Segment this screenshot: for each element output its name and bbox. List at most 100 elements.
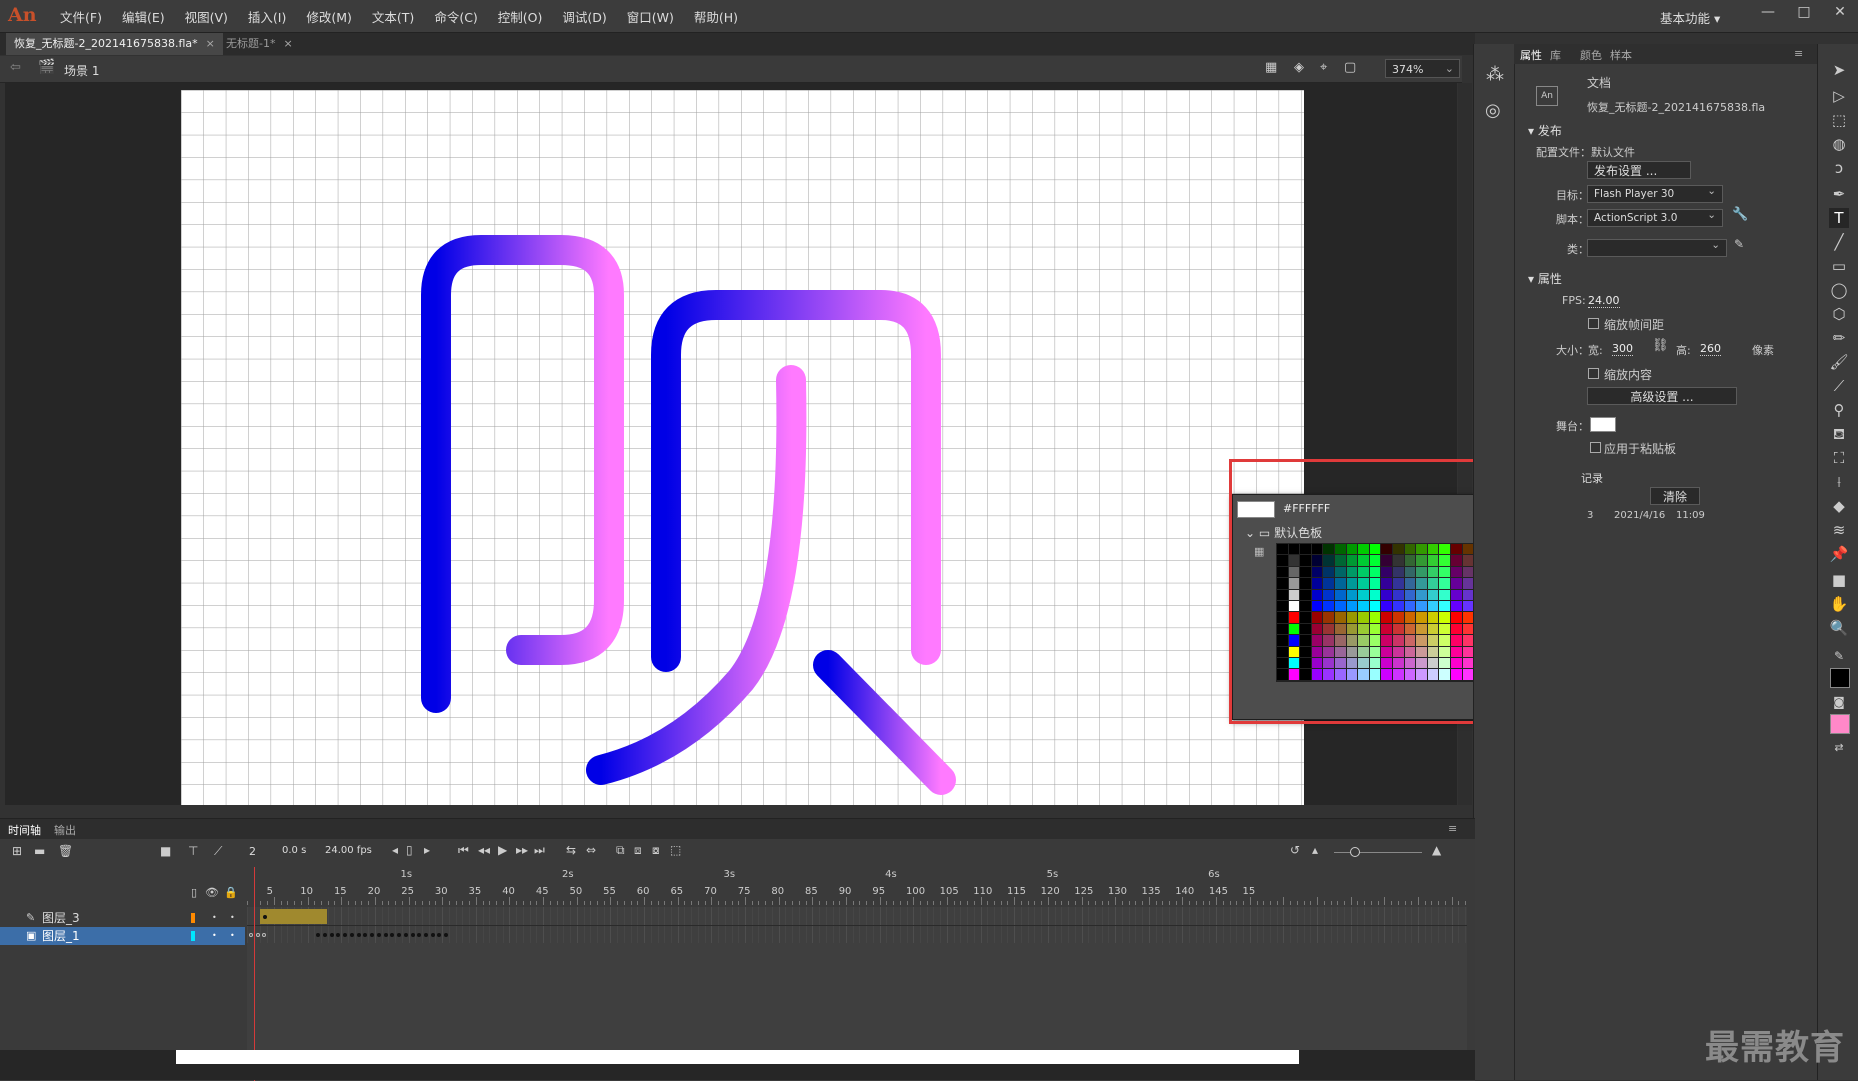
wrench-icon[interactable]: 🔧: [1732, 207, 1748, 222]
layer-row[interactable]: ✎ 图层_3 • •: [0, 909, 245, 927]
keyframe[interactable]: [249, 933, 253, 937]
paint-brush-icon[interactable]: 🖌: [1829, 352, 1849, 372]
publish-section[interactable]: ▾ 发布: [1528, 122, 1562, 139]
visibility-dot[interactable]: •: [212, 909, 217, 927]
pen-tool-icon[interactable]: ✒: [1829, 184, 1849, 204]
frame-size-small-icon[interactable]: ▴: [1312, 843, 1318, 857]
zoom-slider-thumb[interactable]: [1350, 847, 1360, 857]
keyframe[interactable]: [430, 933, 435, 937]
menu-item-2[interactable]: 视图(V): [175, 7, 238, 26]
publish-settings-button[interactable]: 发布设置 ...: [1587, 161, 1691, 179]
keyframe[interactable]: [263, 915, 267, 919]
paint-bucket-icon[interactable]: ⛾: [1829, 424, 1849, 444]
link-icon[interactable]: ⛓: [1652, 338, 1669, 353]
center-stage-icon[interactable]: ⌖: [1320, 60, 1327, 75]
first-frame-icon[interactable]: ⏮: [458, 843, 469, 858]
keyframe[interactable]: [383, 933, 388, 937]
layer-color-tag[interactable]: [191, 913, 195, 923]
timeline-fps[interactable]: 24.00 fps: [325, 845, 372, 856]
stroke-color-icon[interactable]: ✎: [1829, 646, 1849, 666]
scale-spans-checkbox[interactable]: [1588, 318, 1599, 329]
oval-tool-icon[interactable]: ◯: [1829, 280, 1849, 300]
frame-grid[interactable]: [247, 907, 1467, 1057]
menu-item-8[interactable]: 调试(D): [552, 7, 616, 26]
onion-markers-icon[interactable]: ⬚: [670, 843, 681, 857]
onion-outline-icon[interactable]: ⧈: [634, 843, 642, 858]
step-forward-icon[interactable]: ▸▸: [516, 843, 528, 857]
keyframe[interactable]: [363, 933, 368, 937]
tab-timeline[interactable]: 时间轴: [8, 822, 41, 838]
eye-icon[interactable]: 👁: [205, 886, 219, 899]
keyframe[interactable]: [410, 933, 415, 937]
prev-keyframe-icon[interactable]: ◂: [392, 843, 398, 857]
back-arrow-icon[interactable]: ⇦: [10, 60, 21, 75]
layer-color-tag[interactable]: [191, 931, 195, 941]
width-value[interactable]: 300: [1612, 342, 1633, 356]
pin-tool-icon[interactable]: 📌: [1829, 544, 1849, 564]
motion-presets-icon[interactable]: ⁂: [1486, 64, 1504, 85]
clear-history-button[interactable]: 清除: [1650, 487, 1700, 505]
current-frame[interactable]: 2: [249, 845, 256, 858]
onion-skin-icon[interactable]: ⧉: [616, 843, 625, 858]
playhead[interactable]: [254, 867, 255, 1081]
menu-item-3[interactable]: 插入(I): [238, 7, 296, 26]
last-frame-icon[interactable]: ⏭: [534, 843, 545, 858]
keyframe[interactable]: [390, 933, 395, 937]
menu-item-5[interactable]: 文本(T): [362, 7, 424, 26]
keyframe[interactable]: [423, 933, 428, 937]
attributes-section[interactable]: ▾ 属性: [1528, 270, 1562, 287]
tab-library[interactable]: 库: [1550, 47, 1561, 63]
keyframe[interactable]: [255, 933, 260, 937]
lock-icon[interactable]: 🔒: [224, 886, 238, 899]
menu-item-6[interactable]: 命令(C): [424, 7, 487, 26]
undo-icon[interactable]: ↺: [1290, 843, 1300, 857]
lock-dot[interactable]: •: [230, 927, 235, 945]
layer-parenting-icon[interactable]: ⊤: [188, 844, 198, 858]
menu-item-7[interactable]: 控制(O): [488, 7, 553, 26]
menu-item-10[interactable]: 帮助(H): [684, 7, 748, 26]
tab-swatches[interactable]: 样本: [1610, 47, 1632, 63]
text-tool-icon[interactable]: T: [1829, 208, 1849, 228]
width-tool-icon[interactable]: ≋: [1829, 520, 1849, 540]
menu-item-9[interactable]: 窗口(W): [617, 7, 684, 26]
panel-menu-icon[interactable]: ≡: [1794, 47, 1803, 60]
keyframe[interactable]: [316, 933, 321, 937]
eyedropper-icon[interactable]: ⟊: [1829, 472, 1849, 492]
zoom-select[interactable]: 374% ⌄: [1385, 59, 1460, 78]
outline-column-icon[interactable]: ▯: [191, 886, 197, 899]
edit-symbol-icon[interactable]: ◈: [1294, 60, 1304, 75]
lasso-icon[interactable]: ↄ: [1829, 158, 1849, 178]
polystar-tool-icon[interactable]: ⬡: [1829, 304, 1849, 324]
edit-scene-icon[interactable]: ▦: [1265, 60, 1277, 75]
current-time[interactable]: 0.0 s: [282, 845, 306, 856]
frame-span-layer-3[interactable]: [260, 909, 327, 924]
new-layer-icon[interactable]: ⊞: [12, 844, 22, 858]
fps-value[interactable]: 24.00: [1588, 294, 1620, 308]
menu-item-0[interactable]: 文件(F): [50, 7, 112, 26]
close-button[interactable]: ✕: [1822, 0, 1858, 26]
menu-item-4[interactable]: 修改(M): [296, 7, 362, 26]
camera-tool-icon[interactable]: ■: [1829, 570, 1849, 590]
keyframe[interactable]: [262, 933, 267, 937]
keyframe[interactable]: [417, 933, 422, 937]
clip-content-icon[interactable]: ▢: [1344, 60, 1356, 75]
panel-menu-icon[interactable]: ≡: [1448, 822, 1457, 835]
keyframe[interactable]: [336, 933, 341, 937]
keyframe[interactable]: [323, 933, 328, 937]
creative-cloud-icon[interactable]: ◎: [1485, 100, 1501, 121]
minimize-button[interactable]: —: [1750, 0, 1786, 26]
keyframe[interactable]: [370, 933, 375, 937]
zoom-slider-track[interactable]: [1334, 852, 1422, 853]
keyframe[interactable]: [343, 933, 348, 937]
layer-name[interactable]: 图层_1: [42, 927, 80, 945]
apply-pasteboard-checkbox[interactable]: [1590, 442, 1601, 453]
stroke-color-swatch[interactable]: [1830, 668, 1850, 688]
ink-bottle-icon[interactable]: ⛶: [1829, 448, 1849, 468]
swap-colors-icon[interactable]: ⇄: [1829, 738, 1849, 758]
center-frame-icon[interactable]: ⇔: [586, 843, 596, 857]
tab-color[interactable]: 颜色: [1580, 47, 1602, 63]
close-icon[interactable]: ×: [283, 37, 292, 50]
tab-output[interactable]: 输出: [54, 822, 76, 838]
fill-color-swatch[interactable]: [1830, 714, 1850, 734]
lock-dot[interactable]: •: [230, 909, 235, 927]
